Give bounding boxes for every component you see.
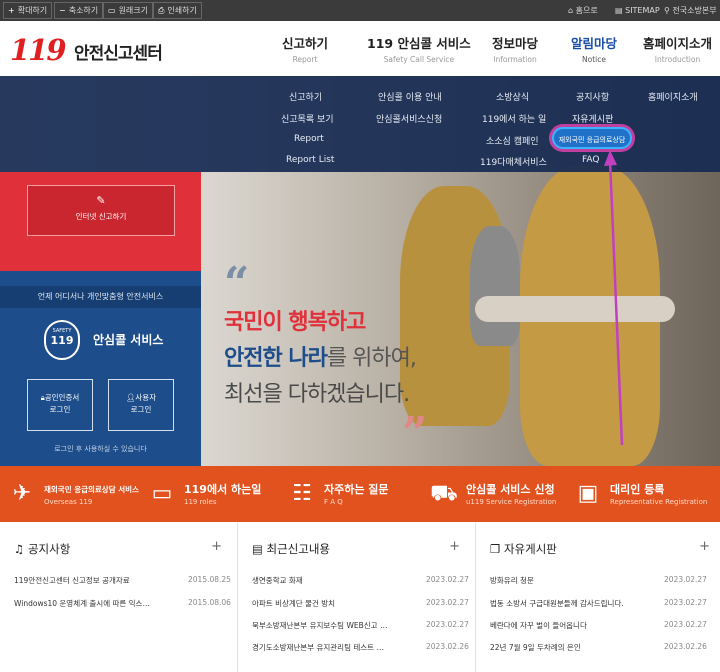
airplane-icon: ✈ [12,481,32,506]
zoom-in-button[interactable]: + 확대하기 [3,2,53,19]
quick-link-representative[interactable]: ▣ 대리인 등록 Representative Registration [574,466,714,522]
more-plus-icon[interactable]: + [449,539,460,554]
user-login-button[interactable]: 👤︎사용자 로그인 [108,379,174,431]
menu-item-notice[interactable]: 공지사항 [576,90,609,103]
id-card-icon: ▣ [577,481,599,506]
list-item[interactable]: 119안전신고센터 신고정보 공개자료 [14,575,130,586]
ansim-panel-header: 언제 어디서나 개인맞춤형 안전서비스 [0,286,201,308]
list-item-date: 2023.02.27 [664,575,707,584]
copy-icon: ❐ [490,542,504,556]
list-item-date: 2023.02.27 [664,620,707,629]
quick-link-119-roles[interactable]: ▭ 119에서 하는일 119 roles [148,466,278,522]
menu-item-fire-knowledge[interactable]: 소방상식 [496,90,529,103]
ambulance-icon: ⛟ [430,481,458,506]
quick-link-ansim-apply[interactable]: ⛟ 안심콜 서비스 신청 u119 Service Registration [430,466,565,522]
board-title[interactable]: ❐ 자유게시판 [490,541,557,557]
list-item[interactable]: 방화유리 청문 [490,575,534,586]
nav-report[interactable]: 신고하기 Report [282,33,328,64]
chat-icon: ☷ [292,481,312,506]
menu-item-report[interactable]: 신고하기 [289,90,322,103]
ansim-call-title: 안심콜 서비스 [93,333,164,347]
slogan-line-2: 안전한 나라를 위하여, [224,346,417,371]
quick-link-faq[interactable]: ☷ 자주하는 질문 F A Q [288,466,418,522]
pencil-icon: ✎ [96,194,106,207]
list-item[interactable]: 아파트 비상계단 물건 방치 [252,598,335,609]
fire-hose-illustration [475,296,675,322]
logo-mark: 119 [10,33,67,67]
nav-safety-call[interactable]: 119 안심콜 서비스 Safety Call Service [367,33,471,64]
minus-icon: − [59,6,66,15]
list-item[interactable]: 경기도소방재난본부 유지관리팀 테스트 … [252,642,384,653]
monitor-icon: ▭ [151,481,173,506]
slogan-line-1: 국민이 행복하고 [224,310,366,335]
list-item[interactable]: 베란다에 자꾸 벌이 들어옵니다 [490,620,587,631]
menu-item-ansim-apply[interactable]: 안심콜서비스신청 [376,112,442,125]
list-item-date: 2023.02.27 [426,598,469,607]
safety-119-badge-icon: SAFETY 119 [44,320,80,360]
menu-item-ansim-guide[interactable]: 안심콜 이용 안내 [378,90,442,103]
document-icon: ▤ [252,542,267,556]
list-item[interactable]: 생연중학교 화재 [252,575,303,586]
recent-reports-board: ▤ 최근신고내용 + 생연중학교 화재 2023.02.27 아파트 비상계단 … [238,522,470,672]
login-note: 로그인 후 사용하실 수 있습니다 [54,445,147,453]
list-item-date: 2015.08.06 [188,598,231,607]
board-title[interactable]: ▤ 최근신고내용 [252,541,330,557]
list-item-date: 2023.02.26 [664,642,707,651]
more-plus-icon[interactable]: + [211,539,222,554]
sitemap-icon: ▤ [615,6,626,15]
menu-item-free-board[interactable]: 자유게시판 [572,112,613,125]
cert-login-button[interactable]: 🔒︎공인인증서 로그인 [27,379,93,431]
menu-item-multimedia[interactable]: 119다매체서비스 [480,155,547,168]
bell-icon: ♫ [14,542,28,556]
menu-item-campaign[interactable]: 소소심 캠페인 [486,134,539,147]
home-icon: ⌂ [568,6,576,15]
list-item-date: 2023.02.26 [426,642,469,651]
list-item-date: 2023.02.27 [426,620,469,629]
menu-item-report-list[interactable]: 신고목록 보기 [281,112,334,125]
slogan-line-3: 최선을 다하겠습니다. [224,382,410,407]
more-plus-icon[interactable]: + [699,539,710,554]
menu-item-report-list-en[interactable]: Report List [286,155,334,165]
list-item[interactable]: Windows10 운영체계 출시에 따른 익스… [14,598,150,609]
plus-icon: + [8,6,15,15]
monitor-icon: ▭ [108,6,116,15]
nav-introduction[interactable]: 홈페이지소개 Introduction [643,33,712,64]
menu-item-introduction[interactable]: 홈페이지소개 [648,90,698,103]
menu-item-119-roles[interactable]: 119에서 하는 일 [482,112,546,125]
list-item-date: 2015.08.25 [188,575,231,584]
menu-item-report-en[interactable]: Report [294,134,324,144]
open-quote-icon: “ [224,258,250,309]
internet-report-button[interactable]: ✎ 인터넷 신고하기 [27,185,175,236]
list-item[interactable]: 법동 소방서 구급대원분들께 감사드립니다. [490,598,624,609]
list-item[interactable]: 22년 7월 9일 두차례의 은인 [490,642,581,653]
original-size-button[interactable]: ▭ 원래크기 [103,2,154,19]
list-item-date: 2023.02.27 [426,575,469,584]
logo-title: 안전신고센터 [74,44,163,64]
site-header: 119 안전신고센터 신고하기 Report 119 안심콜 서비스 Safet… [0,21,720,76]
menu-item-overseas-consult[interactable]: 재외국민 응급의료상담 [552,127,632,149]
user-icon: 👤︎ [125,393,136,402]
zoom-out-button[interactable]: − 축소하기 [54,2,104,19]
home-link[interactable]: ⌂ 홈으로 [568,0,598,21]
sitemap-link[interactable]: ▤ SITEMAP [615,0,660,21]
printer-icon: ⎙ [158,6,165,15]
nav-information[interactable]: 정보마당 Information [492,33,538,64]
close-quote-icon: ” [402,408,428,459]
nav-notice[interactable]: 알림마당 Notice [571,33,617,64]
list-item[interactable]: 북부소방재난본부 유지보수팀 WEB신고 … [252,620,387,631]
fire-station-link[interactable]: ⚲ 전국소방본부 [664,0,717,21]
quick-link-overseas[interactable]: ✈ 재외국민 응급의료상담 서비스 Overseas 119 [8,466,143,522]
menu-item-faq[interactable]: FAQ [582,155,599,165]
air-tank-illustration [470,226,520,346]
list-item-date: 2023.02.27 [664,598,707,607]
notice-board: ♫ 공지사항 + 119안전신고센터 신고정보 공개자료 2015.08.25 … [0,522,232,672]
print-button[interactable]: ⎙ 인쇄하기 [153,2,202,19]
board-title[interactable]: ♫ 공지사항 [14,541,70,557]
free-board: ❐ 자유게시판 + 방화유리 청문 2023.02.27 법동 소방서 구급대원… [476,522,720,672]
